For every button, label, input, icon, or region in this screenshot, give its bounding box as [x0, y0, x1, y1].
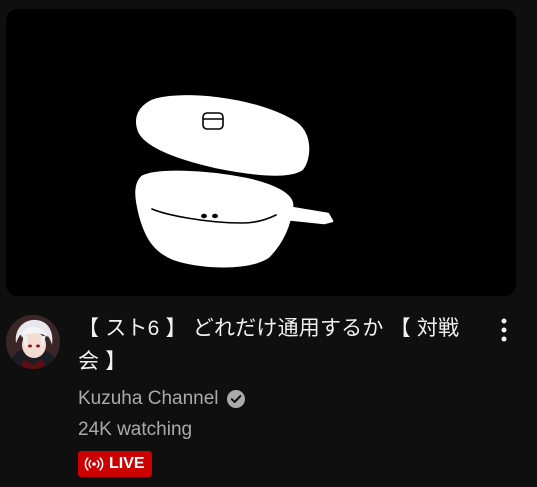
- broadcast-icon: [84, 457, 104, 471]
- viewer-count: 24K watching: [78, 419, 193, 440]
- more-vert-icon: [501, 318, 507, 347]
- more-actions-button[interactable]: [488, 316, 520, 348]
- live-label: LIVE: [109, 455, 145, 472]
- pot-drawing: [6, 9, 516, 296]
- channel-row: Kuzuha Channel: [78, 386, 478, 412]
- video-title[interactable]: 【 スト6 】 どれだけ通用するか 【 対戦会 】: [78, 312, 478, 378]
- channel-avatar[interactable]: [6, 315, 60, 369]
- video-card: 【 スト6 】 どれだけ通用するか 【 対戦会 】 Kuzuha Channel…: [0, 0, 537, 487]
- live-badge: LIVE: [78, 451, 152, 477]
- video-meta: 【 スト6 】 どれだけ通用するか 【 対戦会 】 Kuzuha Channel…: [78, 312, 478, 477]
- verified-check-icon: [226, 389, 246, 409]
- video-thumbnail[interactable]: [6, 9, 516, 296]
- avatar-image: [6, 315, 60, 369]
- channel-name[interactable]: Kuzuha Channel: [78, 388, 219, 410]
